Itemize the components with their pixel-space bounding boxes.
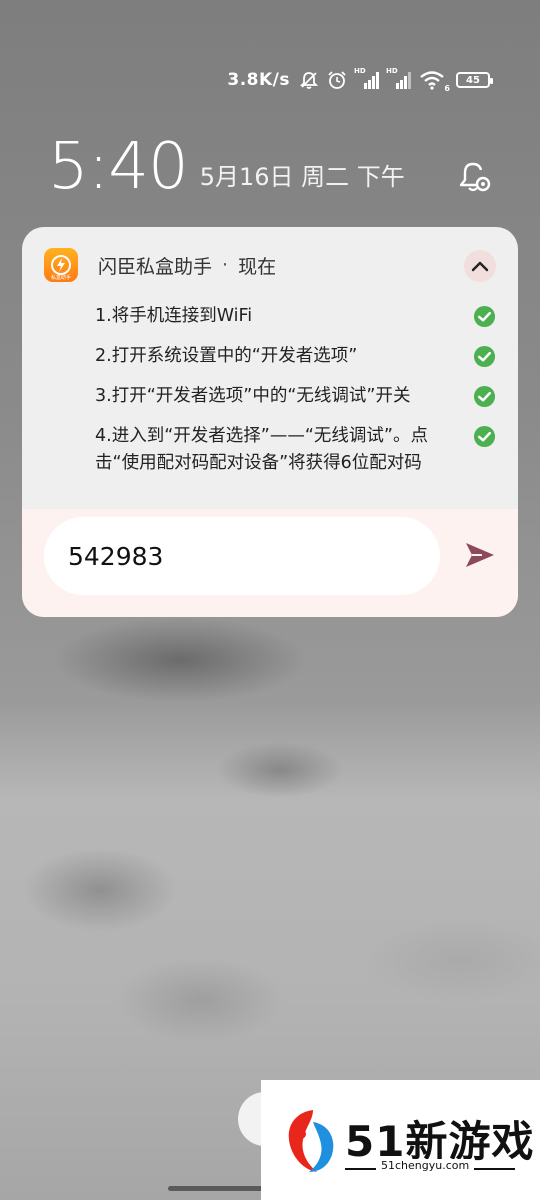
notification-time: 现在 (238, 255, 277, 278)
steps-list: 1.将手机连接到WiFi 2.打开系统设置中的“开发者选项” 3.打开“开发者选… (95, 303, 496, 490)
collapse-button[interactable] (464, 250, 496, 282)
status-bar: 3.8K/s HD HD 6 45 (227, 66, 493, 94)
watermark-logo-icon (288, 1110, 334, 1172)
check-icon (473, 345, 496, 368)
alarm-icon (326, 69, 348, 91)
separator: · (222, 254, 229, 276)
app-icon: 私盒助手 (44, 248, 78, 282)
list-item: 3.打开“开发者选项”中的“无线调试”开关 (95, 383, 496, 410)
check-icon (473, 305, 496, 328)
check-icon (473, 385, 496, 408)
lockscreen-clock: 5:40 5月16日 周二 下午 (48, 132, 405, 202)
signal-icon: HD (386, 67, 412, 91)
app-name: 闪臣私盒助手 (98, 255, 213, 278)
send-button[interactable] (462, 537, 498, 573)
network-speed: 3.8K/s (227, 70, 290, 90)
pairing-code-input[interactable]: 542983 (44, 517, 440, 595)
signal-icon: HD (354, 67, 380, 91)
notification-settings-icon[interactable] (455, 158, 495, 198)
notification-card[interactable]: 私盒助手 闪臣私盒助手 · 现在 1.将手机连接到WiFi 2.打开系统设置中的… (22, 227, 518, 617)
list-item: 1.将手机连接到WiFi (95, 303, 496, 330)
reply-area: 542983 (22, 509, 518, 617)
watermark: 51新游戏 51chengyu.com (261, 1080, 540, 1200)
list-item: 2.打开系统设置中的“开发者选项” (95, 343, 496, 370)
mute-icon (298, 69, 320, 91)
clock-date: 5月16日 周二 下午 (199, 163, 405, 191)
chevron-up-icon (471, 261, 489, 272)
wifi-icon: 6 (418, 69, 450, 93)
clock-time: 5:40 (48, 130, 189, 204)
list-item: 4.进入到“开发者选择”——“无线调试”。点击“使用配对码配对设备”将获得6位配… (95, 423, 496, 477)
send-icon (466, 543, 494, 567)
check-icon (473, 425, 496, 448)
notification-header: 私盒助手 闪臣私盒助手 · 现在 (44, 247, 496, 283)
battery-icon: 45 (456, 72, 493, 88)
watermark-url: 51chengyu.com (376, 1159, 475, 1172)
